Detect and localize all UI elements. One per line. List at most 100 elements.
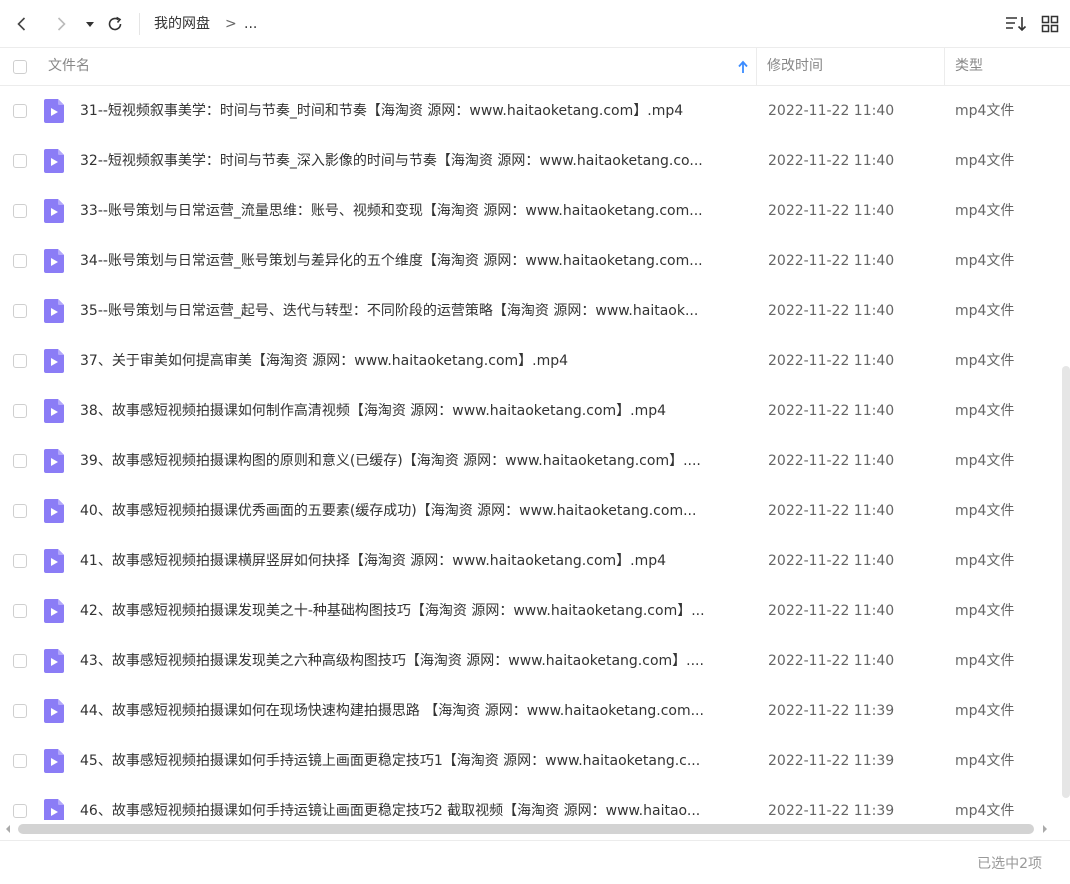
scroll-left-icon[interactable] <box>3 822 13 836</box>
row-checkbox[interactable] <box>13 804 27 818</box>
column-modified-header[interactable]: 修改时间 <box>767 48 823 85</box>
chevron-right-icon <box>57 17 66 31</box>
row-checkbox[interactable] <box>13 704 27 718</box>
file-modified-time: 2022-11-22 11:40 <box>768 103 895 119</box>
forward-button[interactable] <box>49 12 73 36</box>
video-file-icon <box>44 799 64 820</box>
row-checkbox[interactable] <box>13 654 27 668</box>
file-type: mp4文件 <box>955 303 1015 319</box>
file-row[interactable]: 41、故事感短视频拍摄课横屏竖屏如何抉择【海淘资 源网：www.haitaoke… <box>0 536 1060 586</box>
file-name[interactable]: 45、故事感短视频拍摄课如何手持运镜上画面更稳定技巧1【海淘资 源网：www.h… <box>80 736 746 786</box>
file-name[interactable]: 34--账号策划与日常运营_账号策划与差异化的五个维度【海淘资 源网：www.h… <box>80 236 746 286</box>
video-file-icon <box>44 99 64 123</box>
file-name[interactable]: 41、故事感短视频拍摄课横屏竖屏如何抉择【海淘资 源网：www.haitaoke… <box>80 536 746 586</box>
row-checkbox[interactable] <box>13 154 27 168</box>
file-name[interactable]: 44、故事感短视频拍摄课如何在现场快速构建拍摄思路 【海淘资 源网：www.ha… <box>80 686 746 736</box>
row-checkbox[interactable] <box>13 354 27 368</box>
file-type: mp4文件 <box>955 653 1015 669</box>
refresh-button[interactable] <box>103 12 127 36</box>
file-modified-time: 2022-11-22 11:40 <box>768 303 895 319</box>
arrow-up-icon[interactable] <box>737 60 749 74</box>
video-file-icon <box>44 249 64 273</box>
file-modified-time: 2022-11-22 11:40 <box>768 553 895 569</box>
file-modified-time: 2022-11-22 11:39 <box>768 803 895 819</box>
file-row[interactable]: 38、故事感短视频拍摄课如何制作高清视频【海淘资 源网：www.haitaoke… <box>0 386 1060 436</box>
file-name[interactable]: 42、故事感短视频拍摄课发现美之十-种基础构图技巧【海淘资 源网：www.hai… <box>80 586 746 636</box>
file-type: mp4文件 <box>955 703 1015 719</box>
file-row[interactable]: 43、故事感短视频拍摄课发现美之六种高级构图技巧【海淘资 源网：www.hait… <box>0 636 1060 686</box>
video-file-icon <box>44 199 64 223</box>
breadcrumb-root[interactable]: 我的网盘 <box>154 14 210 34</box>
file-name[interactable]: 43、故事感短视频拍摄课发现美之六种高级构图技巧【海淘资 源网：www.hait… <box>80 636 746 686</box>
row-checkbox[interactable] <box>13 504 27 518</box>
video-file-icon <box>44 599 64 623</box>
file-row[interactable]: 39、故事感短视频拍摄课构图的原则和意义(已缓存)【海淘资 源网：www.hai… <box>0 436 1060 486</box>
horizontal-scroll-thumb[interactable] <box>18 824 1034 834</box>
history-dropdown-button[interactable] <box>78 12 102 36</box>
scroll-right-icon[interactable] <box>1040 822 1050 836</box>
row-checkbox[interactable] <box>13 304 27 318</box>
file-type: mp4文件 <box>955 553 1015 569</box>
file-type: mp4文件 <box>955 803 1015 819</box>
vertical-scrollbar[interactable] <box>1062 366 1070 798</box>
file-type: mp4文件 <box>955 603 1015 619</box>
row-checkbox[interactable] <box>13 554 27 568</box>
video-file-icon <box>44 299 64 323</box>
column-divider[interactable] <box>756 48 757 85</box>
file-row[interactable]: 45、故事感短视频拍摄课如何手持运镜上画面更稳定技巧1【海淘资 源网：www.h… <box>0 736 1060 786</box>
file-row[interactable]: 35--账号策划与日常运营_起号、迭代与转型：不同阶段的运营策略【海淘资 源网：… <box>0 286 1060 336</box>
file-name[interactable]: 40、故事感短视频拍摄课优秀画面的五要素(缓存成功)【海淘资 源网：www.ha… <box>80 486 746 536</box>
toolbar: 我的网盘 > ... <box>0 0 1070 48</box>
file-modified-time: 2022-11-22 11:40 <box>768 503 895 519</box>
column-divider[interactable] <box>944 48 945 85</box>
file-row[interactable]: 33--账号策划与日常运营_流量思维：账号、视频和变现【海淘资 源网：www.h… <box>0 186 1060 236</box>
file-row[interactable]: 32--短视频叙事美学：时间与节奏_深入影像的时间与节奏【海淘资 源网：www.… <box>0 136 1060 186</box>
video-file-icon <box>44 349 64 373</box>
file-name[interactable]: 38、故事感短视频拍摄课如何制作高清视频【海淘资 源网：www.haitaoke… <box>80 386 746 436</box>
row-checkbox[interactable] <box>13 104 27 118</box>
column-header: 文件名 修改时间 类型 <box>0 48 1070 86</box>
status-bar: 已选中2项 <box>0 840 1070 884</box>
video-file-icon <box>44 549 64 573</box>
column-type-header[interactable]: 类型 <box>955 48 983 85</box>
file-name[interactable]: 33--账号策划与日常运营_流量思维：账号、视频和变现【海淘资 源网：www.h… <box>80 186 746 236</box>
row-checkbox[interactable] <box>13 254 27 268</box>
file-row[interactable]: 46、故事感短视频拍摄课如何手持运镜让画面更稳定技巧2 截取视频【海淘资 源网：… <box>0 786 1060 820</box>
row-checkbox[interactable] <box>13 204 27 218</box>
row-checkbox[interactable] <box>13 604 27 618</box>
file-modified-time: 2022-11-22 11:40 <box>768 153 895 169</box>
sort-button[interactable] <box>1004 12 1028 36</box>
row-checkbox[interactable] <box>13 404 27 418</box>
file-name[interactable]: 37、关于审美如何提高审美【海淘资 源网：www.haitaoketang.co… <box>80 336 746 386</box>
file-row[interactable]: 34--账号策划与日常运营_账号策划与差异化的五个维度【海淘资 源网：www.h… <box>0 236 1060 286</box>
file-row[interactable]: 31--短视频叙事美学：时间与节奏_时间和节奏【海淘资 源网：www.haita… <box>0 86 1060 136</box>
selection-count: 已选中2项 <box>977 856 1042 872</box>
file-name[interactable]: 32--短视频叙事美学：时间与节奏_深入影像的时间与节奏【海淘资 源网：www.… <box>80 136 746 186</box>
video-file-icon <box>44 699 64 723</box>
back-button[interactable] <box>10 12 34 36</box>
file-row[interactable]: 42、故事感短视频拍摄课发现美之十-种基础构图技巧【海淘资 源网：www.hai… <box>0 586 1060 636</box>
file-modified-time: 2022-11-22 11:40 <box>768 203 895 219</box>
video-file-icon <box>44 499 64 523</box>
column-name-header[interactable]: 文件名 <box>48 48 90 85</box>
file-modified-time: 2022-11-22 11:40 <box>768 253 895 269</box>
breadcrumb-more[interactable]: ... <box>244 14 257 34</box>
file-modified-time: 2022-11-22 11:40 <box>768 403 895 419</box>
select-all-checkbox[interactable] <box>13 60 27 74</box>
row-checkbox[interactable] <box>13 454 27 468</box>
file-name[interactable]: 35--账号策划与日常运营_起号、迭代与转型：不同阶段的运营策略【海淘资 源网：… <box>80 286 746 336</box>
file-row[interactable]: 44、故事感短视频拍摄课如何在现场快速构建拍摄思路 【海淘资 源网：www.ha… <box>0 686 1060 736</box>
file-name[interactable]: 31--短视频叙事美学：时间与节奏_时间和节奏【海淘资 源网：www.haita… <box>80 86 746 136</box>
row-checkbox[interactable] <box>13 754 27 768</box>
file-row[interactable]: 40、故事感短视频拍摄课优秀画面的五要素(缓存成功)【海淘资 源网：www.ha… <box>0 486 1060 536</box>
file-type: mp4文件 <box>955 453 1015 469</box>
file-row[interactable]: 37、关于审美如何提高审美【海淘资 源网：www.haitaoketang.co… <box>0 336 1060 386</box>
chevron-left-icon <box>17 17 26 31</box>
grid-view-button[interactable] <box>1038 12 1062 36</box>
file-modified-time: 2022-11-22 11:39 <box>768 753 895 769</box>
file-name[interactable]: 46、故事感短视频拍摄课如何手持运镜让画面更稳定技巧2 截取视频【海淘资 源网：… <box>80 786 746 820</box>
video-file-icon <box>44 449 64 473</box>
file-type: mp4文件 <box>955 353 1015 369</box>
file-name[interactable]: 39、故事感短视频拍摄课构图的原则和意义(已缓存)【海淘资 源网：www.hai… <box>80 436 746 486</box>
file-modified-time: 2022-11-22 11:40 <box>768 603 895 619</box>
